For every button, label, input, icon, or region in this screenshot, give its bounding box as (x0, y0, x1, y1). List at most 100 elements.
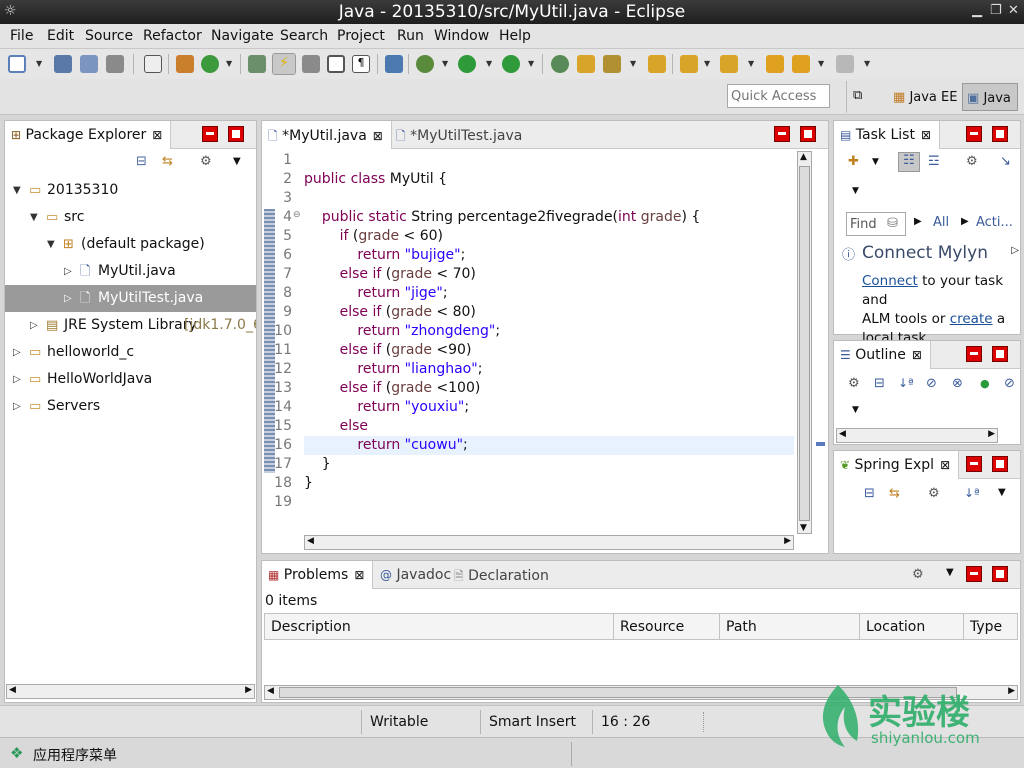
link-editor-icon[interactable]: ⇆ (889, 486, 900, 501)
menu-source[interactable]: Source (85, 28, 133, 44)
link-editor-icon[interactable]: ⇆ (162, 154, 173, 169)
editor-horizontal-scrollbar[interactable]: ◀ ▶ (304, 535, 794, 550)
fold-icon[interactable]: ⊖ (293, 210, 301, 220)
code-line[interactable]: else if (grade < 80) (304, 303, 794, 322)
scroll-right-icon[interactable]: ▶ (784, 536, 791, 546)
column-type[interactable]: Type (964, 614, 1021, 640)
column-description[interactable]: Description (265, 614, 614, 640)
highlight-toggle-icon[interactable]: ⚡ (272, 53, 296, 75)
settings-icon[interactable]: ⚙ (912, 567, 924, 582)
next-annotation-icon[interactable] (680, 55, 698, 73)
chevron-down-icon[interactable]: ▼ (998, 487, 1006, 498)
chevron-down-icon[interactable]: ▼ (864, 59, 870, 68)
maximize-view-button[interactable] (992, 456, 1008, 472)
hide-fields-icon[interactable]: ⊘ (926, 376, 937, 391)
collapse-arrow-icon[interactable]: ▼ (13, 177, 21, 204)
app-menu-button[interactable]: 应用程序菜单 (33, 745, 117, 765)
categorized-icon[interactable]: ☷ (898, 152, 920, 172)
open-folder-icon[interactable] (577, 55, 595, 73)
pin-icon[interactable]: ↘ (1000, 154, 1011, 169)
expand-arrow-icon[interactable]: ▷ (13, 339, 21, 366)
filter-activate-link[interactable]: Acti... (976, 215, 1013, 230)
column-path[interactable]: Path (720, 614, 860, 640)
chevron-down-icon[interactable]: ▼ (226, 59, 232, 68)
settings-icon[interactable]: ⚙ (966, 154, 978, 169)
close-icon[interactable]: ⊠ (912, 348, 922, 362)
code-line[interactable]: else if (grade <90) (304, 341, 794, 360)
scroll-thumb[interactable] (799, 166, 810, 521)
console-icon[interactable] (144, 55, 162, 73)
close-icon[interactable]: ⊠ (921, 128, 931, 142)
tree-item[interactable]: ▷ 🗋 MyUtilTest.java (5, 285, 256, 312)
chevron-down-icon[interactable]: ▼ (528, 59, 534, 68)
minimize-view-button[interactable] (966, 126, 982, 142)
chevron-down-icon[interactable]: ▼ (630, 59, 636, 68)
code-line[interactable]: } (304, 474, 794, 493)
scroll-left-icon[interactable]: ◀ (267, 686, 274, 696)
chevron-down-icon[interactable]: ▼ (442, 59, 448, 68)
maximize-view-button[interactable] (228, 126, 244, 142)
menu-refactor[interactable]: Refactor (143, 28, 202, 44)
maximize-view-button[interactable] (800, 126, 816, 142)
debug-icon[interactable] (416, 55, 434, 73)
code-line[interactable]: else (304, 417, 794, 436)
new-task-icon[interactable]: ✚ (848, 154, 859, 169)
code-line[interactable]: return "jige"; (304, 284, 794, 303)
tree-item[interactable]: ▷ ▭ Servers (5, 393, 256, 420)
tree-item[interactable]: ▼ ▭ 20135310 (5, 177, 256, 204)
code-line[interactable]: return "bujige"; (304, 246, 794, 265)
menu-edit[interactable]: Edit (47, 28, 74, 44)
chevron-down-icon[interactable]: ▼ (486, 59, 492, 68)
tab-myutil-java[interactable]: 🗋 *MyUtil.java ⊠ (262, 121, 392, 149)
code-line[interactable] (304, 189, 794, 208)
toggle-icon[interactable] (302, 55, 320, 73)
chevron-down-icon[interactable]: ▼ (852, 405, 859, 415)
hide-nonpublic-icon[interactable]: ● (980, 377, 990, 390)
code-line[interactable]: else if (grade <100) (304, 379, 794, 398)
menu-help[interactable]: Help (499, 28, 531, 44)
hide-local-types-icon[interactable]: ⊘ (1004, 376, 1015, 391)
code-line[interactable]: if (grade < 60) (304, 227, 794, 246)
expand-arrow-icon[interactable]: ▷ (1011, 245, 1019, 256)
minimize-view-button[interactable] (966, 346, 982, 362)
tab-task-list[interactable]: ▤ Task List ⊠ (834, 121, 940, 149)
column-location[interactable]: Location (860, 614, 964, 640)
open-type-icon[interactable] (648, 55, 666, 73)
expand-arrow-icon[interactable]: ▷ (13, 366, 21, 393)
scroll-left-icon[interactable]: ◀ (307, 536, 314, 546)
editor-vertical-scrollbar[interactable]: ▲ ▼ (797, 151, 812, 534)
chevron-down-icon[interactable]: ▼ (818, 59, 824, 68)
block-select-icon[interactable] (327, 55, 345, 73)
minimize-view-button[interactable] (202, 126, 218, 142)
scroll-down-icon[interactable]: ▼ (800, 523, 807, 533)
tab-declaration[interactable]: 🗎 Declaration (448, 561, 557, 589)
scroll-right-icon[interactable]: ▶ (245, 685, 252, 695)
minimize-icon[interactable]: ▁ (972, 3, 982, 18)
maximize-view-button[interactable] (992, 346, 1008, 362)
column-resource[interactable]: Resource (614, 614, 720, 640)
collapse-all-icon[interactable]: ⊟ (874, 376, 885, 391)
perspective-java[interactable]: ▣ Java (962, 83, 1018, 111)
minimize-view-button[interactable] (966, 456, 982, 472)
menu-run[interactable]: Run (397, 28, 424, 44)
close-icon[interactable]: ✕ (1008, 3, 1019, 18)
expand-arrow-icon[interactable]: ▶ (914, 216, 922, 227)
sort-icon[interactable]: ↓ª (898, 376, 914, 390)
tab-problems[interactable]: ▦ Problems ⊠ (262, 561, 374, 589)
run-last-icon[interactable] (502, 55, 520, 73)
code-line[interactable]: public class MyUtil { (304, 170, 794, 189)
collapse-arrow-icon[interactable]: ▼ (47, 231, 55, 258)
tree-item[interactable]: ▷ 🗋 MyUtil.java (5, 258, 256, 285)
code-line[interactable]: return "youxiu"; (304, 398, 794, 417)
menu-file[interactable]: File (10, 28, 33, 44)
code-line[interactable]: return "zhongdeng"; (304, 322, 794, 341)
prev-annotation-icon[interactable] (720, 55, 738, 73)
debug-marker-icon[interactable] (248, 55, 266, 73)
refresh-icon[interactable] (201, 55, 219, 73)
code-line[interactable]: return "cuowu"; (304, 436, 794, 455)
connect-link[interactable]: Connect (862, 273, 918, 289)
create-link[interactable]: create (950, 311, 993, 327)
forward-icon[interactable] (836, 55, 854, 73)
tab-myutiltest-java[interactable]: 🗋 *MyUtilTest.java (390, 121, 530, 149)
tab-outline[interactable]: ☰ Outline ⊠ (834, 341, 931, 369)
